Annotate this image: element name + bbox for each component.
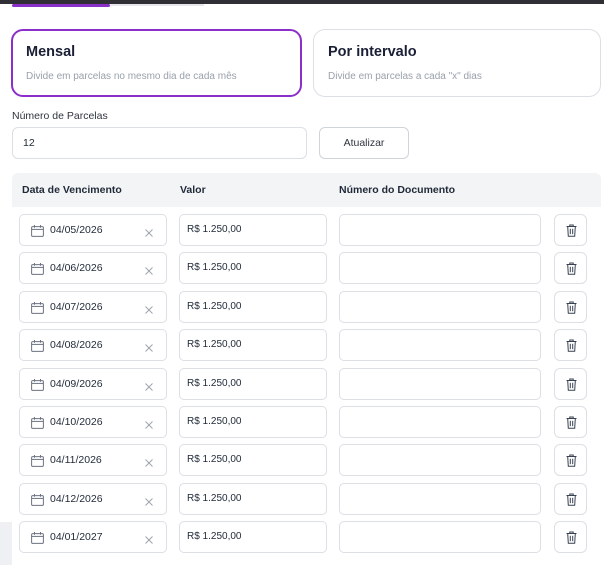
document-number-input[interactable] bbox=[339, 406, 541, 438]
value-input[interactable]: R$ 1.250,00 bbox=[179, 291, 327, 323]
document-number-input[interactable] bbox=[339, 483, 541, 515]
due-date-picker[interactable]: 04/11/2026 bbox=[19, 444, 167, 476]
mode-card-interval[interactable]: Por intervalo Divide em parcelas a cada … bbox=[313, 29, 601, 97]
mode-card-description: Divide em parcelas a cada "x" dias bbox=[328, 71, 482, 82]
value-input[interactable]: R$ 1.250,00 bbox=[179, 329, 327, 361]
close-icon[interactable] bbox=[144, 455, 154, 467]
table-row: 04/12/2026 R$ 1.250,00 bbox=[12, 483, 601, 521]
due-date-value: 04/05/2026 bbox=[50, 224, 103, 236]
due-date-picker[interactable]: 04/07/2026 bbox=[19, 291, 167, 323]
calendar-icon bbox=[31, 416, 44, 429]
table-row: 04/08/2026 R$ 1.250,00 bbox=[12, 329, 601, 367]
due-date-value: 04/08/2026 bbox=[50, 339, 103, 351]
document-number-input[interactable] bbox=[339, 214, 541, 246]
due-date-value: 04/06/2026 bbox=[50, 262, 103, 274]
column-header-document-number: Número do Documento bbox=[339, 184, 456, 196]
calendar-icon bbox=[31, 262, 44, 275]
due-date-value: 04/12/2026 bbox=[50, 493, 103, 505]
document-number-input[interactable] bbox=[339, 329, 541, 361]
document-number-input[interactable] bbox=[339, 368, 541, 400]
delete-row-button[interactable] bbox=[554, 521, 587, 553]
close-icon[interactable] bbox=[144, 225, 154, 237]
table-row: 04/09/2026 R$ 1.250,00 bbox=[12, 368, 601, 406]
column-header-due-date: Data de Vencimento bbox=[22, 184, 122, 196]
table-row: 04/07/2026 R$ 1.250,00 bbox=[12, 291, 601, 329]
delete-row-button[interactable] bbox=[554, 214, 587, 246]
installments-input[interactable]: 12 bbox=[12, 127, 307, 159]
calendar-icon bbox=[31, 301, 44, 314]
delete-row-button[interactable] bbox=[554, 329, 587, 361]
calendar-icon bbox=[31, 224, 44, 237]
delete-row-button[interactable] bbox=[554, 406, 587, 438]
value-input[interactable]: R$ 1.250,00 bbox=[179, 483, 327, 515]
mode-card-title: Mensal bbox=[26, 44, 76, 60]
close-icon[interactable] bbox=[144, 263, 154, 275]
table-row: 04/05/2026 R$ 1.250,00 bbox=[12, 214, 601, 252]
close-icon[interactable] bbox=[144, 340, 154, 352]
due-date-picker[interactable]: 04/08/2026 bbox=[19, 329, 167, 361]
active-tab-indicator bbox=[12, 4, 110, 7]
document-number-input[interactable] bbox=[339, 521, 541, 553]
document-number-input[interactable] bbox=[339, 252, 541, 284]
installments-label: Número de Parcelas bbox=[12, 110, 108, 122]
inactive-tab-indicator bbox=[110, 4, 204, 6]
calendar-icon bbox=[31, 454, 44, 467]
delete-row-button[interactable] bbox=[554, 444, 587, 476]
value-input[interactable]: R$ 1.250,00 bbox=[179, 444, 327, 476]
table-row: 04/10/2026 R$ 1.250,00 bbox=[12, 406, 601, 444]
page-edge bbox=[0, 522, 12, 565]
table-row: 04/01/2027 R$ 1.250,00 bbox=[12, 521, 601, 559]
due-date-picker[interactable]: 04/01/2027 bbox=[19, 521, 167, 553]
value-input[interactable]: R$ 1.250,00 bbox=[179, 214, 327, 246]
due-date-picker[interactable]: 04/06/2026 bbox=[19, 252, 167, 284]
due-date-picker[interactable]: 04/09/2026 bbox=[19, 368, 167, 400]
close-icon[interactable] bbox=[144, 302, 154, 314]
due-date-picker[interactable]: 04/10/2026 bbox=[19, 406, 167, 438]
value-input[interactable]: R$ 1.250,00 bbox=[179, 521, 327, 553]
value-input[interactable]: R$ 1.250,00 bbox=[179, 252, 327, 284]
close-icon[interactable] bbox=[144, 417, 154, 429]
calendar-icon bbox=[31, 531, 44, 544]
document-number-input[interactable] bbox=[339, 444, 541, 476]
table-header: Data de Vencimento Valor Número do Docum… bbox=[12, 173, 601, 207]
delete-row-button[interactable] bbox=[554, 291, 587, 323]
due-date-value: 04/09/2026 bbox=[50, 378, 103, 390]
close-icon[interactable] bbox=[144, 494, 154, 506]
update-button[interactable]: Atualizar bbox=[319, 127, 409, 159]
table-row: 04/11/2026 R$ 1.250,00 bbox=[12, 444, 601, 482]
due-date-value: 04/01/2027 bbox=[50, 531, 103, 543]
due-date-value: 04/07/2026 bbox=[50, 301, 103, 313]
delete-row-button[interactable] bbox=[554, 252, 587, 284]
value-input[interactable]: R$ 1.250,00 bbox=[179, 406, 327, 438]
mode-card-monthly[interactable]: Mensal Divide em parcelas no mesmo dia d… bbox=[11, 29, 302, 97]
due-date-value: 04/10/2026 bbox=[50, 416, 103, 428]
calendar-icon bbox=[31, 378, 44, 391]
due-date-picker[interactable]: 04/05/2026 bbox=[19, 214, 167, 246]
close-icon[interactable] bbox=[144, 379, 154, 391]
column-header-value: Valor bbox=[180, 184, 206, 196]
delete-row-button[interactable] bbox=[554, 483, 587, 515]
mode-card-description: Divide em parcelas no mesmo dia de cada … bbox=[26, 71, 237, 82]
value-input[interactable]: R$ 1.250,00 bbox=[179, 368, 327, 400]
close-icon[interactable] bbox=[144, 532, 154, 544]
table-row: 04/06/2026 R$ 1.250,00 bbox=[12, 252, 601, 290]
calendar-icon bbox=[31, 493, 44, 506]
due-date-value: 04/11/2026 bbox=[50, 454, 102, 466]
delete-row-button[interactable] bbox=[554, 368, 587, 400]
due-date-picker[interactable]: 04/12/2026 bbox=[19, 483, 167, 515]
document-number-input[interactable] bbox=[339, 291, 541, 323]
calendar-icon bbox=[31, 339, 44, 352]
mode-card-title: Por intervalo bbox=[328, 44, 417, 60]
